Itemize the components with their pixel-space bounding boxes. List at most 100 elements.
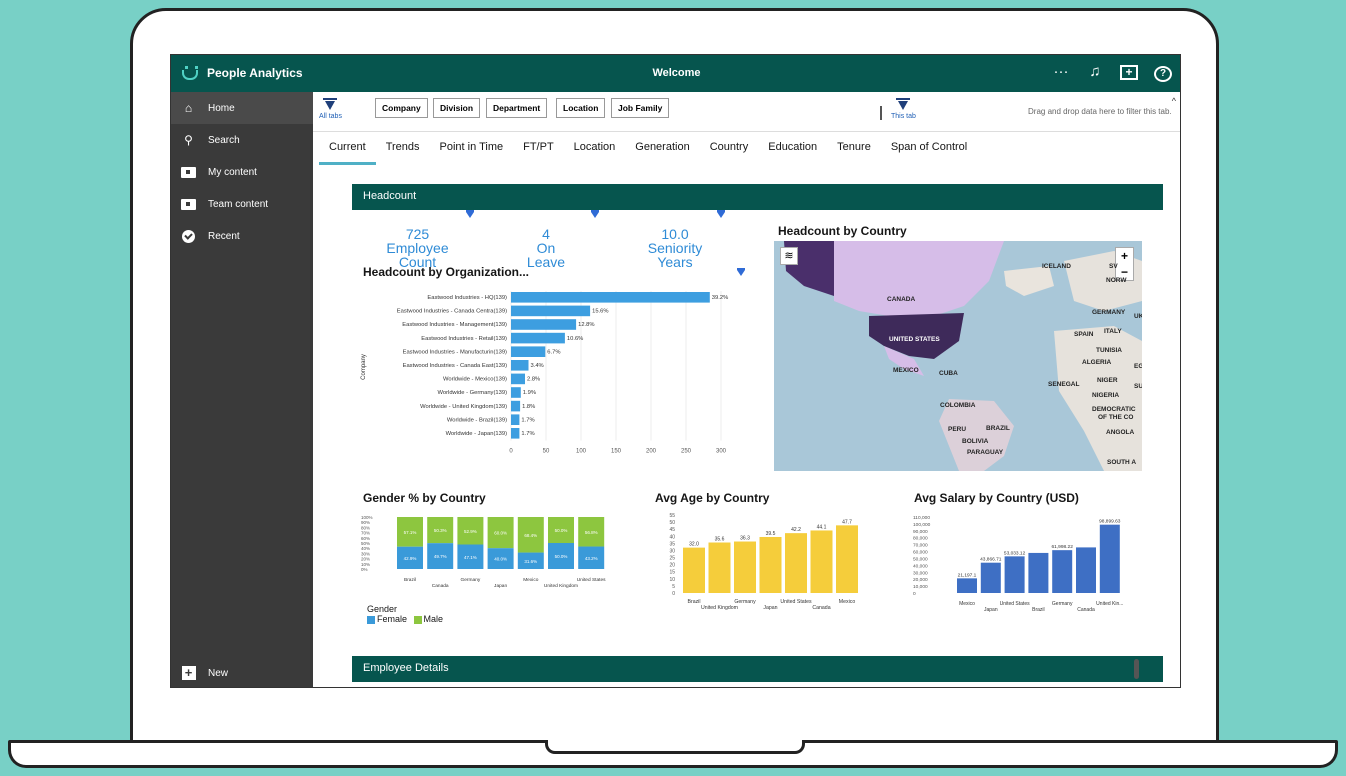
more-horizontal-icon[interactable]: ··· [1052,63,1070,82]
filter-chip-department[interactable]: Department [486,98,548,118]
map-label: ICELAND [1042,263,1071,270]
tab-trends[interactable]: Trends [376,135,430,165]
tab-span-of-control[interactable]: Span of Control [881,135,977,165]
x-tick-label: Japan [763,605,777,611]
data-label: 61,998.22 [1052,544,1074,550]
kpi-employee-count[interactable]: 725 Employee Count [366,227,469,269]
y-tick-label: 40,000 [913,563,928,569]
y-tick-label: 0 [672,591,675,597]
tab-current[interactable]: Current [319,135,376,165]
home-icon: ⌂ [184,101,193,115]
x-tick-label: United Kin... [1096,601,1123,607]
tab-ft-pt[interactable]: FT/PT [513,135,564,165]
map-label: BOLIVIA [962,438,989,445]
age-chart-title: Avg Age by Country [655,491,770,505]
kpi-label: On Leave [526,240,566,270]
data-label: 43,866.71 [980,557,1002,563]
tab-point-in-time[interactable]: Point in Time [430,135,514,165]
data-label: 40.0% [494,557,507,562]
feedback-icon[interactable]: + [1120,63,1138,82]
data-label: 6.7% [547,349,560,355]
x-tick-label: United States [780,599,812,605]
age-bar-chart[interactable]: 555045403530252015105032.0Brazil35.6Unit… [653,511,883,623]
bar [511,332,565,344]
legend-item-female[interactable]: Female [367,614,407,624]
gender-stacked-chart[interactable]: 100%90%80%70%60%50%40%30%20%10%0%57.1%42… [361,511,621,601]
y-tick-label: 70,000 [913,543,928,549]
sidebar-item-search[interactable]: ⚲ Search [171,124,313,156]
help-icon[interactable]: ? [1154,63,1172,82]
folder-icon [181,165,196,179]
sidebar-item-home[interactable]: ⌂ Home [171,92,313,124]
kpi-seniority-years[interactable]: 10.0 Seniority Years [629,227,721,269]
map-label: COLOMBIA [940,402,976,409]
map-label: OF THE CO [1098,414,1134,421]
tab-country[interactable]: Country [700,135,759,165]
y-tick-label: 100,000 [913,522,931,528]
filter-chip-location[interactable]: Location [556,98,606,118]
y-tick-label: 30,000 [913,570,928,576]
kpi-label: Seniority Years [647,240,703,270]
y-tick-label: 60,000 [913,550,928,556]
sidebar-item-my-content[interactable]: My content [171,156,313,188]
legend-item-male[interactable]: Male [410,614,443,624]
sidebar-item-recent[interactable]: Recent [171,220,313,252]
all-tabs-filter[interactable]: All tabs [319,98,342,120]
this-tab-label: This tab [891,113,916,120]
layers-icon[interactable]: ≋ [780,247,798,265]
category-label: Worldwide - Japan(139) [446,431,508,437]
this-tab-filter[interactable]: This tab [891,98,916,120]
filter-icon[interactable] [591,210,599,218]
filter-icon[interactable] [717,210,725,218]
sidebar-item-team-content[interactable]: Team content [171,188,313,220]
tab-tenure[interactable]: Tenure [827,135,881,165]
plus-icon: + [181,666,196,680]
laptop-notch [545,740,805,754]
tab-education[interactable]: Education [758,135,827,165]
bar [708,542,731,593]
tab-generation[interactable]: Generation [625,135,699,165]
x-tick-label: United Kingdom [544,583,578,589]
data-label: 21,197.1 [958,572,977,578]
data-label: 1.7% [521,431,534,437]
salary-bar-chart[interactable]: 110,000100,00090,00080,00070,00060,00050… [911,515,1151,625]
filter-bar: All tabs Company Division Department Loc… [313,92,1180,132]
collapse-icon[interactable]: ^ [1172,96,1176,106]
headcount-map[interactable]: ≋ + − ICELAND SV NORW CANADA GERMANY UK … [774,241,1142,471]
bar [511,428,520,439]
filter-divider[interactable] [880,106,882,120]
bar [511,346,546,357]
bar [785,533,807,593]
data-label: 2.8% [527,377,540,383]
y-tick-label: 35 [669,541,675,547]
tab-location[interactable]: Location [564,135,626,165]
kpi-value: 725 [405,226,430,242]
employee-details-header[interactable]: Employee Details [352,656,1163,682]
org-bar-chart[interactable]: 0 50 100 150 200 250 300 Eastwood Industries - … [359,287,739,462]
filter-icon[interactable] [737,268,745,276]
filter-chip-company[interactable]: Company [375,98,428,118]
x-tick-label: Brazil [1032,607,1045,613]
y-tick-label: 10,000 [913,584,928,590]
data-label: 31.6% [524,559,537,564]
map-label: GERMANY [1092,309,1126,316]
map-label: SOUTH A [1107,459,1137,466]
zoom-in-button[interactable]: + [1116,248,1133,264]
scrollbar[interactable] [1134,659,1139,679]
filter-chip-job-family[interactable]: Job Family [611,98,670,118]
headcount-section-header[interactable]: Headcount [352,184,1163,210]
bar [836,525,858,593]
filter-chip-division[interactable]: Division [433,98,481,118]
y-tick-label: 50 [669,520,675,526]
filter-icon[interactable] [466,210,474,218]
kpi-on-leave[interactable]: 4 On Leave [516,227,576,269]
new-button[interactable]: + New [171,657,313,687]
map-label: UNITED STATES [889,336,940,343]
category-label: Eastwood Industries - Canada Centra(139) [397,309,507,315]
legend-title: Gender [367,604,398,614]
sidebar-item-label: Recent [208,230,240,242]
bell-icon[interactable]: ♫ [1086,63,1104,82]
data-label: 36.3 [740,536,750,542]
map-label: BRAZIL [986,425,1010,432]
category-label: Worldwide - Germany(139) [438,390,508,396]
